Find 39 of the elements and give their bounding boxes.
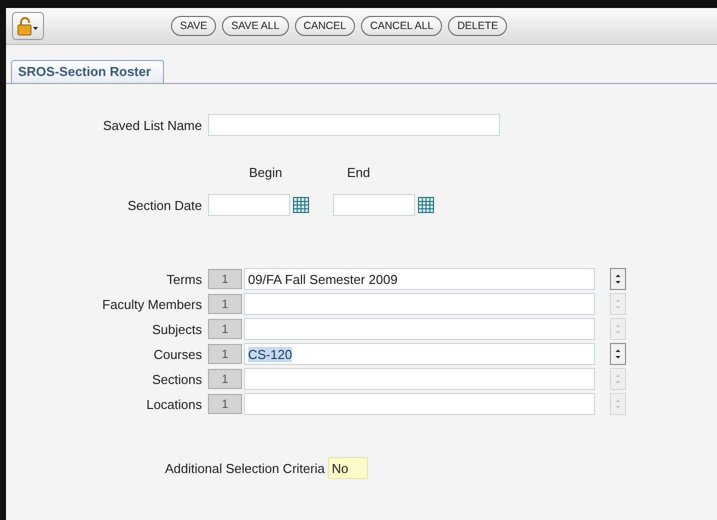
spinner-control[interactable]: [610, 268, 626, 290]
list-field[interactable]: [244, 318, 595, 340]
field-label: Section Date: [126, 198, 202, 212]
list-field[interactable]: 09/FA Fall Semester 2009: [244, 268, 595, 290]
count-box: 1: [208, 344, 242, 364]
field-label: Saved List Name: [102, 118, 202, 132]
field-label: Subjects: [151, 322, 202, 336]
toolbar-button[interactable]: SAVE: [171, 16, 216, 36]
saved-list-name-field[interactable]: [208, 114, 500, 136]
list-field[interactable]: CS-120: [244, 343, 595, 365]
count-box: 1: [208, 319, 242, 339]
end-date-field[interactable]: [333, 194, 415, 216]
additional-criteria-field[interactable]: No: [328, 457, 368, 479]
count-box: 1: [208, 394, 242, 414]
tab[interactable]: SROS-Section Roster: [11, 60, 164, 83]
list-field[interactable]: [244, 393, 595, 415]
toolbar-button[interactable]: SAVE ALL: [222, 16, 288, 36]
begin-date-field[interactable]: [208, 194, 290, 216]
column-label: Begin: [249, 164, 284, 180]
toolbar-button[interactable]: CANCEL: [294, 16, 356, 36]
field-label: Additional Selection Criteria: [165, 460, 325, 476]
count-box: 1: [208, 294, 242, 314]
field-label: Courses: [152, 346, 202, 362]
lock-menu-button[interactable]: [12, 12, 44, 40]
calendar-icon[interactable]: [418, 197, 434, 213]
count-box: 1: [208, 369, 242, 389]
list-field[interactable]: [244, 368, 595, 390]
list-field[interactable]: [244, 293, 595, 315]
field-label: Locations: [145, 396, 202, 412]
field-label: Faculty Members: [101, 296, 202, 312]
field-label: Terms: [166, 272, 202, 286]
spinner-control[interactable]: [610, 343, 626, 365]
calendar-icon[interactable]: [293, 197, 309, 213]
toolbar-button[interactable]: DELETE: [448, 16, 508, 36]
field-label: Sections: [151, 372, 202, 386]
count-box: 1: [208, 269, 242, 289]
padlock-icon: [17, 16, 39, 36]
toolbar-button[interactable]: CANCEL ALL: [361, 16, 442, 36]
column-label: End: [347, 164, 370, 180]
